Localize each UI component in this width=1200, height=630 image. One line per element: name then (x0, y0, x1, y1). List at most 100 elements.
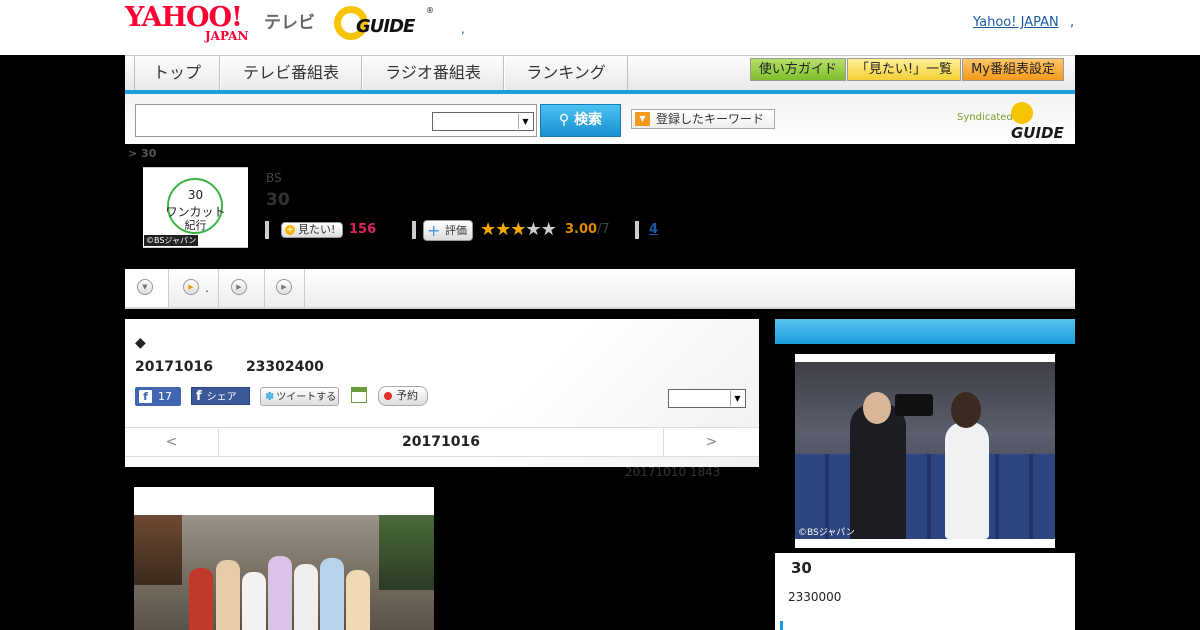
facebook-icon: f (139, 390, 152, 403)
tv-logo-text[interactable]: テレビ (264, 8, 315, 33)
tab-reviews[interactable]: ▶ (219, 269, 265, 307)
want-to-watch-label: 見たい! (298, 223, 336, 236)
play-icon: ▶ (276, 279, 292, 295)
header-small-link[interactable]: , (461, 22, 465, 36)
broadcast-info-box: ◆ 20171016 23302400 f 17 f シェア ✽ ツイートする 予約 ▼… (125, 319, 759, 467)
photo-child (346, 570, 370, 630)
want-to-watch-count: 156 (349, 222, 377, 237)
gguide-logo-text: GUIDE (356, 16, 415, 37)
nav-tab-radio-schedule[interactable]: ラジオ番組表 (362, 56, 504, 91)
usage-guide-button[interactable]: 使い方ガイド (749, 58, 846, 81)
sidebar-program-time: 2330000 (788, 590, 842, 604)
site-header: YAHOO! JAPAN テレビ GUIDE ® , Yahoo! JAPAN … (0, 0, 1200, 55)
next-broadcast-button[interactable]: > (663, 428, 759, 456)
rating-value: 3.00 (565, 222, 598, 237)
photo-child (320, 558, 344, 630)
facebook-like-button[interactable]: f 17 (135, 387, 181, 406)
plus-icon: + (285, 225, 295, 235)
tab-schedule[interactable]: ▶ (265, 269, 305, 307)
sidebar-accent-bar (780, 621, 783, 630)
photo-woman-head (951, 392, 981, 428)
yahoo-japan-link[interactable]: Yahoo! JAPAN (973, 15, 1059, 30)
yahoo-japan-logo[interactable]: YAHOO! JAPAN (125, 2, 261, 44)
prev-broadcast-button[interactable]: < (125, 428, 219, 456)
review-count-link[interactable]: 4 (649, 222, 658, 237)
photo-man (850, 404, 906, 539)
chevron-down-icon: ▼ (518, 114, 532, 129)
syndicated-logo-text: GUIDE (1011, 124, 1064, 142)
nav-tabs: トップ テレビ番組表 ラジオ番組表 ランキング (134, 56, 628, 91)
twitter-bird-icon: ✽ (265, 390, 275, 403)
tweet-button[interactable]: ✽ ツイートする (260, 387, 339, 406)
program-thumbnail: 30 ワンカット 紀行 ©BSジャパン (143, 167, 248, 248)
chevron-down-icon: ▼ (730, 391, 744, 406)
sidebar-header (775, 319, 1075, 344)
photo-child (189, 568, 213, 630)
play-icon: ▶ (231, 279, 247, 295)
tab-related-label: . (205, 281, 209, 295)
program-tab-bar: ▼ ▶ . ▶ ▶ (125, 269, 1075, 309)
tab-detail[interactable]: ▼ (125, 269, 169, 307)
rate-button[interactable]: + 評価 (423, 220, 473, 241)
my-schedule-settings-button[interactable]: My番組表設定 (962, 58, 1064, 81)
camera-icon (895, 394, 933, 416)
breadcrumb[interactable]: > 30 (128, 147, 156, 160)
broadcast-date: 20171016 (135, 359, 213, 375)
star-icon: ★ (540, 219, 557, 240)
facebook-icon: f (196, 389, 202, 404)
reserve-recording-button[interactable]: 予約 (378, 386, 428, 406)
page: YAHOO! JAPAN テレビ GUIDE ® , Yahoo! JAPAN … (0, 0, 1200, 630)
diamond-bullet: ◆ (135, 335, 146, 351)
reserve-label: 予約 (396, 389, 418, 402)
star-icon: ★ (525, 219, 541, 240)
program-title: 30 (266, 190, 290, 210)
program-logo-line1: 30 (187, 188, 204, 202)
photo-woman (945, 422, 989, 539)
header-help-link[interactable]: , (1070, 15, 1074, 30)
calendar-add-icon[interactable] (351, 387, 367, 403)
chevron-down-icon: ▼ (137, 279, 153, 295)
yahoo-logo-text: YAHOO! (125, 2, 243, 33)
divider (412, 221, 416, 239)
episode-photo (134, 515, 434, 630)
search-button[interactable]: ⚲ 検索 (540, 104, 621, 137)
nav-right-buttons: 使い方ガイド 「見たい!」一覧 My番組表設定 (749, 58, 1064, 81)
search-category-select[interactable]: ▼ (432, 112, 534, 131)
sidebar-program-title[interactable]: 30 (791, 559, 812, 577)
sidebar-photo[interactable]: ©BSジャパン (795, 354, 1055, 548)
rate-button-label: 評価 (445, 224, 467, 237)
pager-date: 20171016 (402, 434, 480, 450)
nav-tab-ranking[interactable]: ランキング (504, 56, 628, 91)
sidebar-photo-credit: ©BSジャパン (798, 528, 855, 538)
syndicated-label: Syndicated (957, 112, 1013, 123)
photo-shop-right (379, 515, 434, 590)
reminder-select[interactable]: ▼ (668, 389, 746, 408)
watchlist-button[interactable]: 「見たい!」一覧 (846, 58, 962, 81)
search-icon: ⚲ (558, 112, 570, 128)
photo-child (294, 564, 318, 630)
nav-tab-top[interactable]: トップ (134, 56, 220, 91)
star-icon: ★ (495, 219, 511, 240)
channel-label: BS (266, 171, 282, 185)
star-icon: ★ (480, 219, 496, 240)
last-updated: 20171010 1843 (625, 465, 721, 479)
nav-tab-tv-schedule[interactable]: テレビ番組表 (220, 56, 362, 91)
star-icon: ★ (510, 219, 526, 240)
want-to-watch-button[interactable]: + 見たい! (281, 222, 343, 238)
photo-child (216, 560, 240, 630)
rating-stars: ★★★★★ (480, 219, 557, 240)
episode-image (134, 487, 434, 630)
facebook-share-label: シェア (206, 392, 237, 403)
gguide-logo[interactable]: GUIDE ® (334, 6, 434, 40)
photo-child (268, 556, 292, 630)
registered-keywords-button[interactable]: ▼ 登録したキーワード (631, 109, 775, 129)
photo-child (242, 572, 266, 630)
syndicated-gguide-logo: GUIDE (1011, 102, 1075, 142)
plus-icon: + (427, 221, 441, 240)
facebook-like-count: 17 (158, 390, 172, 403)
facebook-share-button[interactable]: f シェア (191, 387, 250, 405)
sidebar: ©BSジャパン 30 2330000 (775, 319, 1075, 630)
search-area: ▼ ⚲ 検索 ▼ 登録したキーワード Syndicated GUIDE (125, 94, 1075, 144)
tab-related[interactable]: ▶ . (169, 269, 219, 307)
photo-shop-left (134, 515, 182, 585)
